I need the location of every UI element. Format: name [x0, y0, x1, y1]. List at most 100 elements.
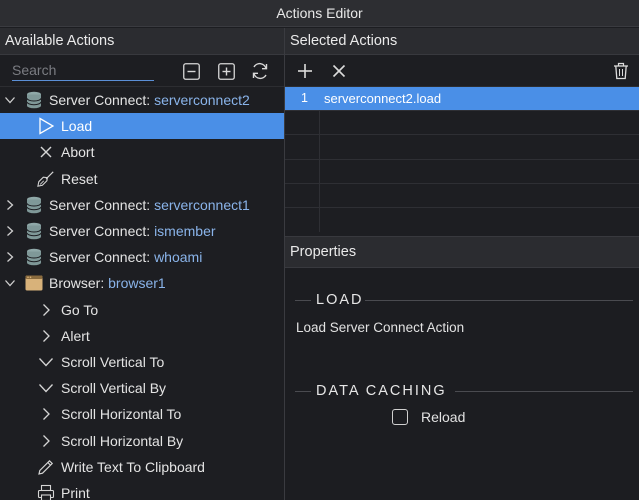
tree-item-name: serverconnect2 [154, 92, 250, 109]
chevron-down-icon[interactable] [4, 277, 16, 289]
row-value [320, 160, 324, 183]
tree-item-label: Scroll Horizontal By [61, 432, 184, 449]
tree-item-abort[interactable]: Abort [0, 139, 284, 165]
database-icon [25, 91, 43, 109]
section-title-load: LOAD [316, 292, 364, 308]
row-number [285, 159, 320, 183]
tree-item-label: Server Connect: ismember [49, 223, 216, 239]
tree-item-name: whoami [154, 249, 203, 266]
empty-row[interactable] [285, 183, 639, 208]
remove-icon[interactable] [329, 61, 349, 81]
available-actions-panel: Available Actions Server Connect: server… [0, 28, 284, 500]
chevron-right-icon[interactable] [4, 199, 16, 211]
chevron-right-icon [37, 301, 55, 319]
printer-icon [37, 484, 55, 500]
tree-item-label: Scroll Vertical To [61, 353, 165, 370]
selected-actions-header: Selected Actions [285, 28, 639, 55]
chevron-right-icon[interactable] [4, 251, 16, 263]
selected-actions-title: Selected Actions [290, 33, 398, 49]
browser-window-icon [25, 274, 43, 292]
collapse-all-icon[interactable] [181, 61, 201, 81]
tree-item-reset[interactable]: Reset [0, 166, 284, 192]
reload-checkbox-row[interactable]: Reload [392, 409, 465, 425]
empty-row[interactable] [285, 111, 639, 136]
row-value [320, 184, 324, 207]
tree-item-alert[interactable]: Alert [0, 323, 284, 349]
reload-label: Reload [421, 409, 466, 425]
tree-item-prefix: Server Connect: [49, 249, 155, 266]
tree-item-label: Alert [61, 327, 90, 344]
chevron-down-icon [37, 379, 55, 397]
trash-icon[interactable] [611, 61, 631, 81]
row-number [285, 183, 320, 207]
chevron-right-icon [37, 327, 55, 345]
window-titlebar: Actions Editor [0, 0, 639, 27]
row-value [320, 111, 324, 134]
available-actions-header: Available Actions [0, 28, 284, 55]
tree-item-whoami[interactable]: Server Connect: whoami [0, 244, 284, 270]
row-value [320, 208, 324, 232]
tree-item-label: Write Text To Clipboard [61, 458, 205, 475]
selected-actions-toolbar [285, 55, 639, 87]
row-value: serverconnect2.load [324, 91, 442, 106]
empty-row[interactable] [285, 207, 639, 233]
tree-item-label: Server Connect: serverconnect2 [49, 92, 250, 108]
tree-item-name: browser1 [108, 275, 166, 292]
tree-item-scroll-vertical-to[interactable]: Scroll Vertical To [0, 349, 284, 375]
available-actions-title: Available Actions [5, 33, 115, 49]
selected-action-row[interactable]: 1 serverconnect2.load [285, 87, 639, 112]
row-number: 1 [285, 87, 320, 111]
tree-item-scroll-horizontal-to[interactable]: Scroll Horizontal To [0, 401, 284, 427]
action-description: Load Server Connect Action [296, 320, 465, 335]
section-divider [365, 300, 633, 301]
empty-row[interactable] [285, 135, 639, 160]
tree-item-write-text-to-clipboard[interactable]: Write Text To Clipboard [0, 454, 284, 480]
tree-item-prefix: Browser: [49, 275, 109, 292]
tree-item-load[interactable]: Load [0, 113, 284, 140]
available-actions-toolbar [0, 55, 284, 87]
tree-item-ismember[interactable]: Server Connect: ismember [0, 218, 284, 244]
tree-item-serverconnect1[interactable]: Server Connect: serverconnect1 [0, 192, 284, 218]
tree-item-label: Load [61, 118, 93, 135]
database-icon [25, 222, 43, 240]
row-number [285, 135, 320, 159]
tree-item-label: Go To [61, 301, 99, 318]
chevron-down-icon [37, 353, 55, 371]
tree-item-browser1[interactable]: Browser: browser1 [0, 270, 284, 296]
broom-icon [37, 170, 55, 188]
tree-item-go-to[interactable]: Go To [0, 297, 284, 323]
empty-row[interactable] [285, 159, 639, 184]
tree-item-label: Browser: browser1 [49, 275, 166, 291]
properties-title: Properties [290, 244, 357, 260]
tree-item-prefix: Server Connect: [49, 196, 155, 213]
tree-item-label: Reset [61, 170, 98, 187]
chevron-right-icon[interactable] [4, 225, 16, 237]
section-divider [455, 391, 633, 392]
tree-item-scroll-vertical-by[interactable]: Scroll Vertical By [0, 375, 284, 401]
properties-panel: Properties LOAD Load Server Connect Acti… [285, 236, 639, 500]
tree-item-label: Scroll Vertical By [61, 380, 167, 397]
properties-header: Properties [285, 236, 639, 268]
tree-item-print[interactable]: Print [0, 480, 284, 500]
expand-all-icon[interactable] [216, 61, 236, 81]
tree-item-prefix: Server Connect: [49, 92, 155, 109]
section-title-data-caching: DATA CACHING [316, 383, 447, 399]
chevron-right-icon [37, 432, 55, 450]
add-icon[interactable] [295, 61, 315, 81]
row-number [285, 207, 320, 233]
selected-actions-grid: 1 serverconnect2.load [285, 87, 639, 233]
tree-item-label: Print [61, 484, 90, 500]
play-icon [37, 117, 55, 135]
selected-actions-panel: Selected Actions 1 serverconnect2.load P… [284, 28, 639, 500]
chevron-down-icon[interactable] [4, 94, 16, 106]
database-icon [25, 248, 43, 266]
reload-checkbox[interactable] [392, 409, 408, 425]
refresh-icon[interactable] [250, 61, 270, 81]
tree-item-name: serverconnect1 [154, 196, 250, 213]
search-input[interactable] [12, 60, 154, 81]
tree-item-name: ismember [154, 223, 216, 240]
database-icon [25, 196, 43, 214]
tree-item-serverconnect2[interactable]: Server Connect: serverconnect2 [0, 87, 284, 113]
tree-item-label: Server Connect: serverconnect1 [49, 197, 250, 213]
tree-item-scroll-horizontal-by[interactable]: Scroll Horizontal By [0, 427, 284, 453]
